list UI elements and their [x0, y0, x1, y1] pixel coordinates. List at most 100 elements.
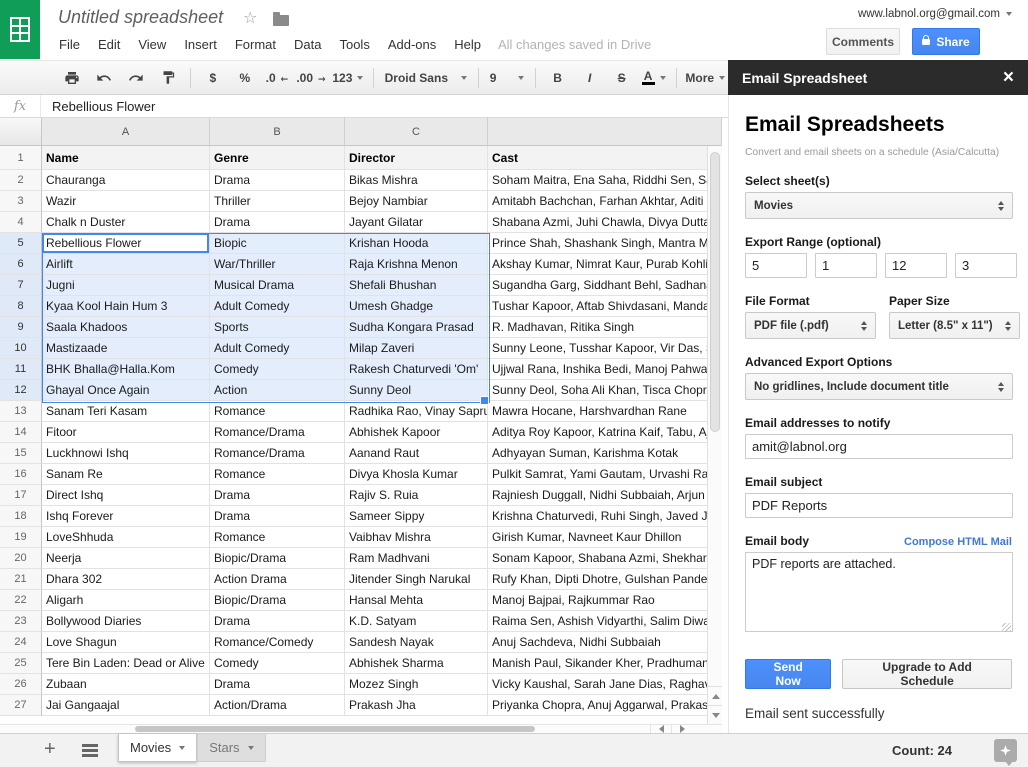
more-button[interactable]: More	[683, 66, 728, 90]
grid-cell[interactable]: Aditya Roy Kapoor, Katrina Kaif, Tabu, A…	[488, 422, 722, 443]
grid-cell[interactable]: Ghayal Once Again	[42, 380, 210, 401]
share-button[interactable]: Share	[912, 28, 980, 55]
grid-cell[interactable]: Bikas Mishra	[345, 170, 488, 191]
grid-cell[interactable]: Drama	[210, 170, 345, 191]
row-header-18[interactable]: 18	[0, 506, 42, 527]
grid-cell[interactable]: Drama	[210, 485, 345, 506]
grid-cell[interactable]: Girish Kumar, Navneet Kaur Dhillon	[488, 527, 722, 548]
star-icon[interactable]	[243, 8, 257, 28]
grid-cell[interactable]: Drama	[210, 674, 345, 695]
email-subject-input[interactable]	[745, 493, 1013, 518]
column-header-A[interactable]: A	[42, 118, 210, 146]
row-header-16[interactable]: 16	[0, 464, 42, 485]
grid-cell[interactable]: LoveShhuda	[42, 527, 210, 548]
font-family-dropdown[interactable]: Droid Sans	[380, 66, 472, 90]
grid-cell[interactable]: Prakash Jha	[345, 695, 488, 716]
grid-cell[interactable]: Romance/Drama	[210, 443, 345, 464]
grid-cell[interactable]: Shabana Azmi, Juhi Chawla, Divya Dutta, …	[488, 212, 722, 233]
grid-cell[interactable]: Aligarh	[42, 590, 210, 611]
menu-tools[interactable]: Tools	[330, 33, 378, 56]
grid-cell[interactable]: Jayant Gilatar	[345, 212, 488, 233]
grid-cell[interactable]: Radhika Rao, Vinay Sapru	[345, 401, 488, 422]
row-header-27[interactable]: 27	[0, 695, 42, 716]
grid-cell[interactable]: Musical Drama	[210, 275, 345, 296]
grid-cell[interactable]: Jai Gangaajal	[42, 695, 210, 716]
row-header-11[interactable]: 11	[0, 359, 42, 380]
grid-cell[interactable]: Sanam Teri Kasam	[42, 401, 210, 422]
row-header-24[interactable]: 24	[0, 632, 42, 653]
strikethrough-button[interactable]: S	[606, 66, 638, 90]
row-header-20[interactable]: 20	[0, 548, 42, 569]
sheet-tab-stars[interactable]: Stars	[197, 734, 265, 762]
grid-cell[interactable]: Prince Shah, Shashank Singh, Mantra Mugd	[488, 233, 722, 254]
grid-cell[interactable]: Sudha Kongara Prasad	[345, 317, 488, 338]
menu-view[interactable]: View	[129, 33, 175, 56]
grid-cell[interactable]: Manish Paul, Sikander Kher, Pradhuman Si…	[488, 653, 722, 674]
grid-cell[interactable]: Abhishek Kapoor	[345, 422, 488, 443]
grid-cell[interactable]: War/Thriller	[210, 254, 345, 275]
close-icon[interactable]	[1003, 68, 1014, 87]
grid-cell[interactable]: Luckhnowi Ishq	[42, 443, 210, 464]
grid-cell[interactable]: Soham Maitra, Ena Saha, Riddhi Sen, Sanj…	[488, 170, 722, 191]
grid-cell[interactable]: R. Madhavan, Ritika Singh	[488, 317, 722, 338]
grid-cell[interactable]: Priyanka Chopra, Anuj Aggarwal, Prakash …	[488, 695, 722, 716]
account-menu[interactable]: www.labnol.org@gmail.com	[858, 8, 1012, 20]
grid-cell[interactable]: Abhishek Sharma	[345, 653, 488, 674]
column-header-B[interactable]: B	[210, 118, 345, 146]
grid-cell[interactable]: Raima Sen, Ashish Vidyarthi, Salim Diwan…	[488, 611, 722, 632]
grid-cell[interactable]: Chalk n Duster	[42, 212, 210, 233]
grid-cell[interactable]: Tere Bin Laden: Dead or Alive	[42, 653, 210, 674]
grid-cell[interactable]: Adult Comedy	[210, 338, 345, 359]
grid-cell[interactable]: Action/Drama	[210, 695, 345, 716]
row-header-14[interactable]: 14	[0, 422, 42, 443]
grid-cell[interactable]: Romance/Comedy	[210, 632, 345, 653]
grid-cell[interactable]: Biopic/Drama	[210, 590, 345, 611]
grid-cell[interactable]: Rajniesh Duggall, Nidhi Subbaiah, Arjun …	[488, 485, 722, 506]
grid-cell[interactable]: Sunny Deol	[345, 380, 488, 401]
grid-cell[interactable]: Jugni	[42, 275, 210, 296]
row-header-23[interactable]: 23	[0, 611, 42, 632]
grid-cell[interactable]: Drama	[210, 611, 345, 632]
row-header-4[interactable]: 4	[0, 212, 42, 233]
grid-cell[interactable]: Zubaan	[42, 674, 210, 695]
italic-button[interactable]: I	[574, 66, 606, 90]
grid-cell[interactable]: Rebellious Flower	[42, 233, 210, 254]
row-header-7[interactable]: 7	[0, 275, 42, 296]
all-sheets-menu-icon[interactable]	[82, 744, 98, 747]
folder-icon[interactable]	[273, 15, 289, 26]
row-header-21[interactable]: 21	[0, 569, 42, 590]
grid-cell[interactable]: Manoj Bajpai, Rajkummar Rao	[488, 590, 722, 611]
grid-cell[interactable]: Sunny Leone, Tusshar Kapoor, Vir Das, Sh…	[488, 338, 722, 359]
grid-cell[interactable]: Romance	[210, 464, 345, 485]
export-range-end-row-input[interactable]	[885, 253, 947, 278]
column-header-d[interactable]	[488, 118, 722, 146]
grid-cell[interactable]: Kyaa Kool Hain Hum 3	[42, 296, 210, 317]
row-header-1[interactable]: 1	[0, 146, 42, 170]
send-now-button[interactable]: Send Now	[745, 659, 831, 689]
grid-cell[interactable]: Adhyayan Suman, Karishma Kotak	[488, 443, 722, 464]
text-color-button[interactable]: A	[638, 66, 670, 90]
scroll-left-button[interactable]	[650, 724, 672, 733]
grid-cell[interactable]: Tushar Kapoor, Aftab Shivdasani, Mandana	[488, 296, 722, 317]
grid-cell[interactable]: Drama	[210, 212, 345, 233]
row-header-10[interactable]: 10	[0, 338, 42, 359]
grid-cell[interactable]: Pulkit Samrat, Yami Gautam, Urvashi Raut…	[488, 464, 722, 485]
grid-cell[interactable]: Sameer Sippy	[345, 506, 488, 527]
row-header-6[interactable]: 6	[0, 254, 42, 275]
grid-cell[interactable]: BHK Bhalla@Halla.Kom	[42, 359, 210, 380]
grid-cell[interactable]: Romance	[210, 401, 345, 422]
sheet-tab-movies[interactable]: Movies	[118, 734, 197, 762]
grid-cell[interactable]: Milap Zaveri	[345, 338, 488, 359]
font-size-dropdown[interactable]: 9	[485, 66, 529, 90]
email-body-textarea[interactable]: PDF reports are attached.	[745, 552, 1013, 632]
vertical-scrollbar-thumb[interactable]	[710, 152, 720, 432]
row-header-12[interactable]: 12	[0, 380, 42, 401]
number-format-button[interactable]: 123	[329, 66, 367, 90]
grid-cell[interactable]: Comedy	[210, 359, 345, 380]
file-format-select[interactable]: PDF file (.pdf)	[745, 312, 876, 339]
scroll-down-button[interactable]	[708, 705, 722, 724]
export-range-start-col-input[interactable]	[815, 253, 877, 278]
redo-button[interactable]	[120, 66, 152, 90]
grid-cell[interactable]: Biopic/Drama	[210, 548, 345, 569]
print-button[interactable]	[56, 66, 88, 90]
